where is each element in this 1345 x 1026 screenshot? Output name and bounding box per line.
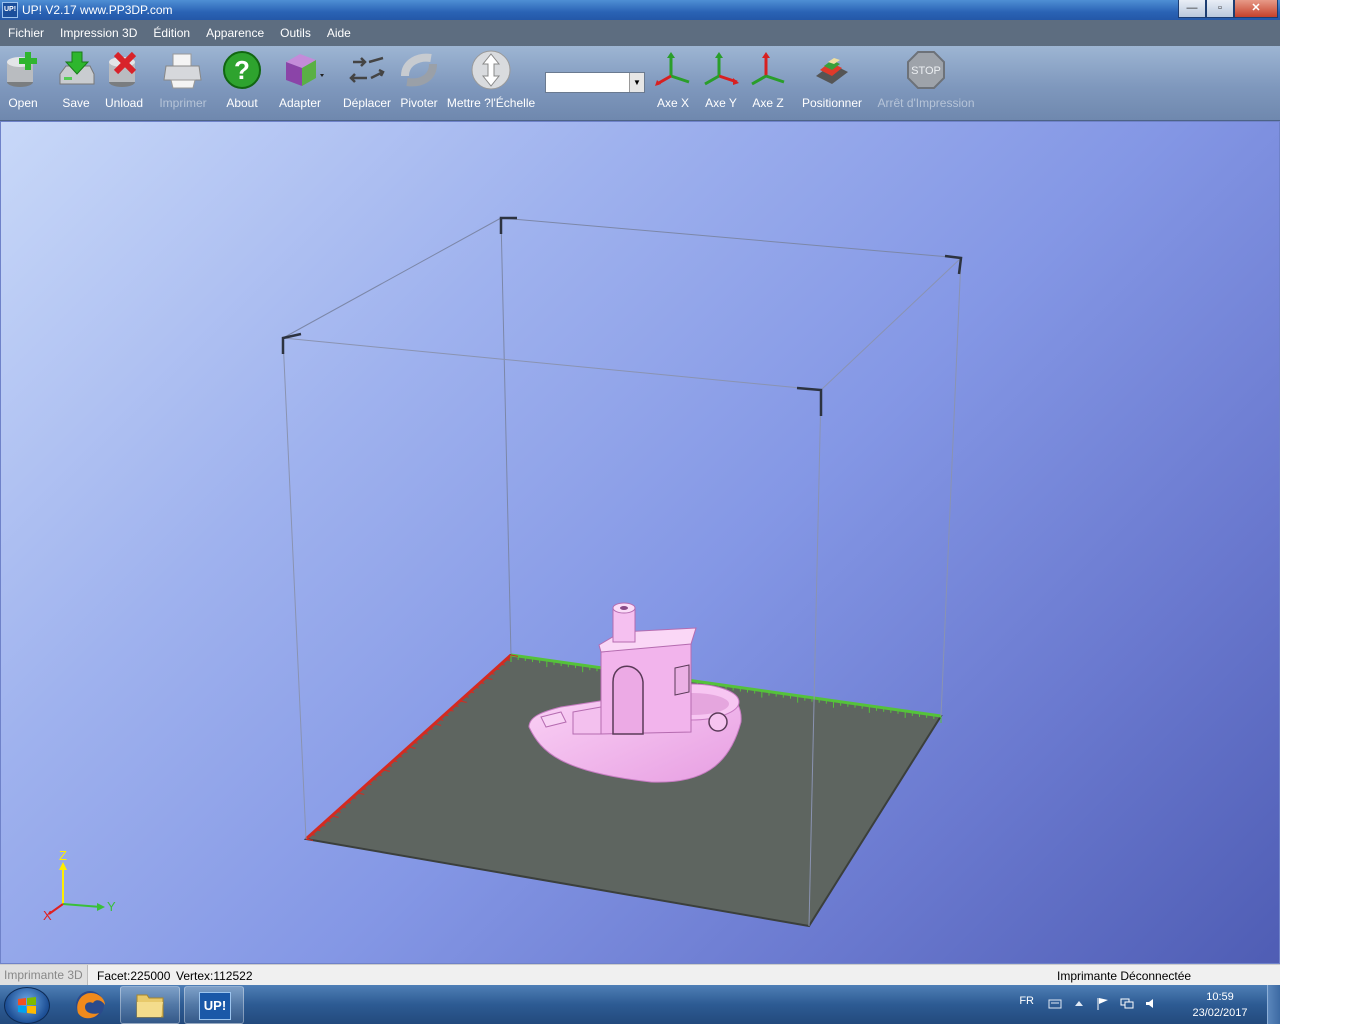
axis-x-icon — [653, 50, 693, 90]
stop-sign-text: STOP — [911, 65, 941, 77]
app-icon: UP! — [2, 2, 18, 18]
about-label: About — [226, 96, 258, 110]
axis-z-label: Axe Z — [752, 96, 784, 110]
up-app-icon: UP! — [199, 992, 231, 1020]
toolbar: Open Save Unload Imprimer ? About Adapte… — [0, 46, 1280, 121]
menu-outils[interactable]: Outils — [272, 20, 319, 46]
axis-x-label: Axe X — [656, 96, 689, 110]
menu-edition[interactable]: Édition — [145, 20, 198, 46]
position-button[interactable]: Positionner — [801, 50, 863, 110]
unload-icon — [104, 50, 144, 90]
unload-button[interactable]: Unload — [104, 50, 144, 110]
menu-apparence[interactable]: Apparence — [198, 20, 272, 46]
axis-indicator: Z Y X — [43, 848, 116, 923]
scale-dropdown[interactable]: ▼ — [545, 72, 645, 93]
menu-aide[interactable]: Aide — [319, 20, 359, 46]
rotate-icon — [399, 50, 439, 90]
menu-fichier[interactable]: Fichier — [0, 20, 52, 46]
status-facet: Facet:225000 — [97, 969, 171, 983]
save-icon — [56, 50, 96, 90]
chevron-down-icon[interactable]: ▼ — [629, 73, 644, 92]
fit-button[interactable]: Adapter — [276, 50, 324, 110]
cube-icon — [280, 50, 324, 90]
axis-z-icon — [748, 50, 788, 90]
action-center-flag-icon[interactable] — [1096, 997, 1110, 1010]
windows-logo-icon — [18, 997, 36, 1014]
window-title: UP! V2.17 www.PP3DP.com — [22, 3, 173, 17]
printer-icon — [163, 50, 203, 90]
move-icon — [347, 50, 387, 90]
position-icon — [812, 50, 852, 90]
axis-x-text: X — [43, 908, 52, 923]
save-button[interactable]: Save — [56, 50, 96, 110]
position-label: Positionner — [801, 96, 863, 110]
status-mode: Imprimante 3D — [0, 965, 88, 985]
stop-label: Arrêt d'Impression — [877, 96, 975, 110]
scale-button[interactable]: Mettre ?l'Échelle — [446, 50, 536, 110]
build-volume-back — [282, 217, 962, 657]
axis-z-text: Z — [59, 848, 67, 863]
status-bar: Imprimante 3D Facet:225000 Vertex:112522… — [0, 964, 1280, 986]
folder-icon — [136, 994, 164, 1018]
taskbar-up[interactable]: UP! — [184, 986, 244, 1024]
status-vertex: Vertex:112522 — [176, 969, 253, 983]
axis-y-label: Axe Y — [705, 96, 737, 110]
close-button[interactable]: ✕ — [1234, 0, 1278, 18]
taskbar: UP! FR 10:59 23/02/2017 — [0, 985, 1280, 1024]
scale-icon — [471, 50, 511, 90]
axis-z-button[interactable]: Axe Z — [747, 50, 789, 110]
axis-y-icon — [701, 50, 741, 90]
rotate-button[interactable]: Pivoter — [398, 50, 440, 110]
menu-impression-3d[interactable]: Impression 3D — [52, 20, 145, 46]
start-button[interactable] — [4, 987, 50, 1024]
print-button[interactable]: Imprimer — [158, 50, 208, 110]
show-hidden-icon[interactable] — [1072, 997, 1086, 1010]
language-indicator[interactable]: FR — [1019, 995, 1034, 1007]
save-label: Save — [62, 96, 90, 110]
scale-label: Mettre ?l'Échelle — [446, 96, 536, 110]
network-icon[interactable] — [1120, 997, 1134, 1010]
system-tray: FR 10:59 23/02/2017 — [990, 985, 1250, 1024]
build-volume-corners — [281, 216, 963, 416]
scene-canvas: Z Y X — [43, 216, 963, 928]
clock[interactable]: 10:59 23/02/2017 — [1190, 989, 1250, 1021]
title-bar: UP! UP! V2.17 www.PP3DP.com — ▫ ✕ — [0, 0, 1280, 20]
show-desktop-button[interactable] — [1267, 985, 1280, 1024]
taskbar-explorer[interactable] — [120, 986, 180, 1024]
3d-viewport[interactable]: Z Y X — [0, 121, 1280, 964]
rotate-label: Pivoter — [400, 96, 438, 110]
volume-icon[interactable] — [1144, 997, 1158, 1010]
maximize-button[interactable]: ▫ — [1206, 0, 1234, 18]
fit-label: Adapter — [278, 96, 322, 110]
stop-icon: STOP — [906, 50, 946, 90]
open-label: Open — [8, 96, 38, 110]
taskbar-firefox[interactable] — [60, 986, 120, 1024]
minimize-button[interactable]: — — [1178, 0, 1206, 18]
clock-time: 10:59 — [1206, 991, 1234, 1003]
keyboard-icon[interactable] — [1048, 997, 1062, 1010]
move-label: Déplacer — [343, 96, 392, 110]
open-icon — [3, 50, 43, 90]
menu-bar: Fichier Impression 3D Édition Apparence … — [0, 20, 1280, 46]
open-button[interactable]: Open — [3, 50, 43, 110]
svg-text:?: ? — [234, 55, 250, 85]
axis-y-button[interactable]: Axe Y — [700, 50, 742, 110]
stop-button[interactable]: STOP Arrêt d'Impression — [876, 50, 976, 110]
axis-y-text: Y — [107, 899, 116, 914]
status-printer: Imprimante Déconnectée — [1057, 969, 1192, 983]
help-icon: ? — [222, 50, 262, 90]
firefox-icon — [76, 991, 105, 1019]
unload-label: Unload — [104, 96, 144, 110]
print-label: Imprimer — [159, 96, 207, 110]
clock-date: 23/02/2017 — [1192, 1007, 1248, 1019]
about-button[interactable]: ? About — [222, 50, 262, 110]
move-button[interactable]: Déplacer — [343, 50, 391, 110]
axis-x-button[interactable]: Axe X — [652, 50, 694, 110]
